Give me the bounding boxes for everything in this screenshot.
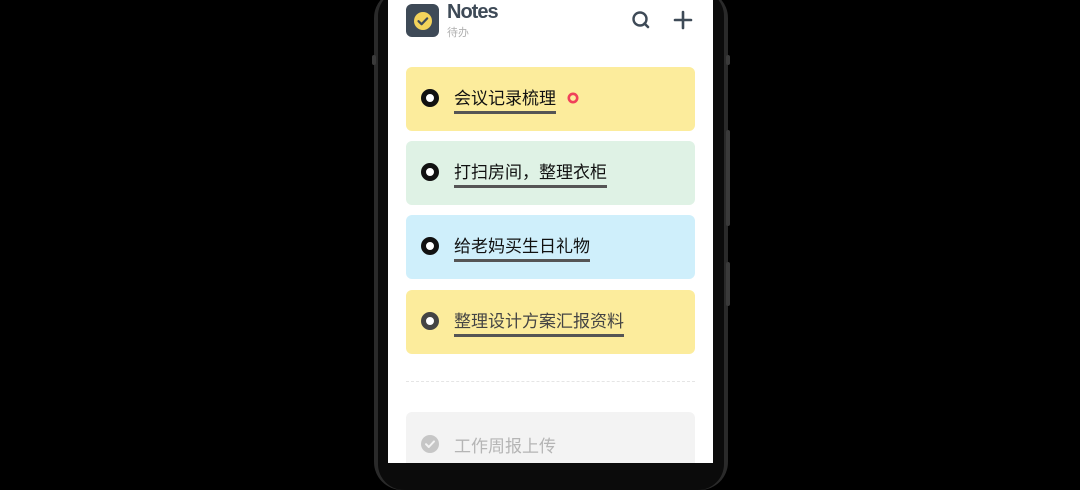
red-dot-icon [567,92,579,104]
side-button-right-3 [726,55,730,65]
check-circle-icon [406,4,439,37]
todo-text: 会议记录梳理 [454,84,556,114]
todo-item[interactable]: 打扫房间，整理衣柜 [406,141,695,205]
completed-item[interactable]: 工作周报上传 [406,412,695,463]
todo-text: 打扫房间，整理衣柜 [454,158,607,188]
plus-icon[interactable] [671,8,695,32]
app-title: Notes [447,1,499,23]
check-circle-icon[interactable] [421,435,439,453]
completed-text: 工作周报上传 [454,437,556,457]
todo-text: 整理设计方案汇报资料 [454,307,624,337]
todo-toggle[interactable] [421,237,439,255]
app-subtitle: 待办 [447,26,469,39]
todo-toggle[interactable] [421,163,439,181]
todo-toggle[interactable] [421,89,439,107]
side-button-right-2 [726,262,730,306]
todo-text: 给老妈买生日礼物 [454,232,590,262]
search-icon[interactable] [629,8,653,32]
todo-item[interactable]: 会议记录梳理 [406,67,695,131]
side-button-right-1 [726,130,730,226]
todo-toggle[interactable] [421,312,439,330]
section-divider [406,381,695,382]
app-screen: Notes 待办 会议记录梳理 打扫房间，整理衣柜 给老妈买生日礼物 整理设计方… [388,0,713,463]
todo-item[interactable]: 整理设计方案汇报资料 [406,290,695,354]
app-header: Notes 待办 [388,0,713,44]
side-button-left [372,55,376,65]
todo-item[interactable]: 给老妈买生日礼物 [406,215,695,279]
